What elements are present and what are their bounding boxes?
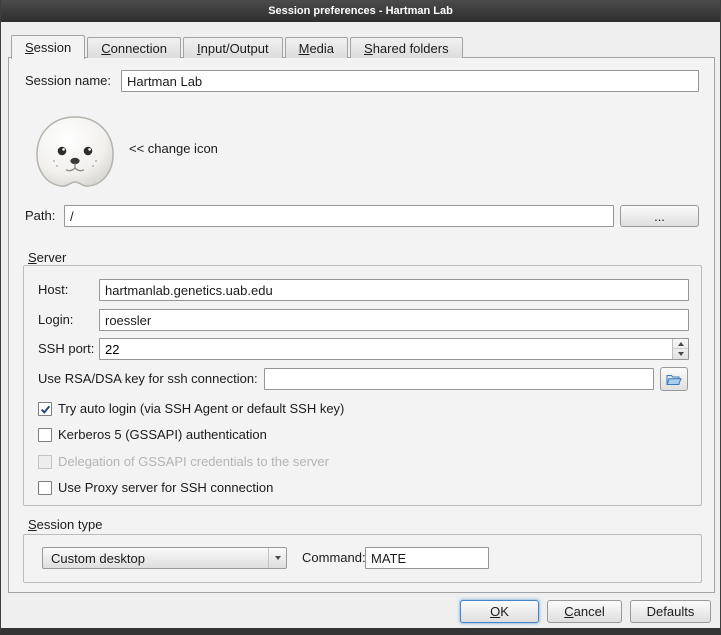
tab-session[interactable]: Session <box>11 35 85 59</box>
session-tab-pane: Session name: <box>8 57 715 593</box>
rsa-key-browse-button[interactable] <box>660 367 688 391</box>
checkbox-gssapi-delegation <box>38 455 52 469</box>
session-name-input[interactable] <box>121 70 699 92</box>
checkbox-row-kerberos[interactable]: Kerberos 5 (GSSAPI) authentication <box>9 426 714 444</box>
session-type-section-title: Session type <box>28 514 102 536</box>
path-label: Path: <box>25 205 55 227</box>
checkbox-auto-login[interactable] <box>38 402 52 416</box>
checkbox-proxy-label[interactable]: Use Proxy server for SSH connection <box>58 479 273 497</box>
tab-bar: Session Connection Input/Output Media Sh… <box>11 35 463 58</box>
spin-down-icon <box>678 352 684 356</box>
path-browse-button[interactable]: ... <box>620 205 699 227</box>
ssh-port-spinbox <box>99 338 689 360</box>
session-type-dropdown-value: Custom desktop <box>43 551 268 566</box>
checkbox-kerberos[interactable] <box>38 428 52 442</box>
tab-media[interactable]: Media <box>285 37 348 58</box>
ssh-port-decrement-button[interactable] <box>673 349 688 359</box>
rsa-key-label: Use RSA/DSA key for ssh connection: <box>38 368 258 390</box>
session-preferences-dialog: Session preferences - Hartman Lab Sessio… <box>0 0 721 635</box>
ssh-port-input[interactable] <box>100 339 671 359</box>
check-icon <box>40 404 51 415</box>
combo-arrow-icon <box>275 556 281 560</box>
login-label: Login: <box>38 309 73 331</box>
cancel-button[interactable]: Cancel <box>547 600 622 623</box>
checkbox-row-gssapi-delegation: Delegation of GSSAPI credentials to the … <box>9 453 714 471</box>
checkbox-kerberos-label[interactable]: Kerberos 5 (GSSAPI) authentication <box>58 426 267 444</box>
defaults-button[interactable]: Defaults <box>630 600 711 623</box>
checkbox-row-proxy[interactable]: Use Proxy server for SSH connection <box>9 479 714 497</box>
tab-input-output[interactable]: Input/Output <box>183 37 283 58</box>
folder-open-icon <box>666 373 682 386</box>
tab-shared-folders[interactable]: Shared folders <box>350 37 463 58</box>
session-icon[interactable] <box>30 112 120 192</box>
ssh-port-increment-button[interactable] <box>673 339 688 349</box>
command-label: Command: <box>302 547 366 569</box>
ssh-port-label: SSH port: <box>38 338 94 360</box>
session-name-label: Session name: <box>25 70 111 92</box>
tab-connection[interactable]: Connection <box>87 37 181 58</box>
login-input[interactable] <box>99 309 689 331</box>
checkbox-row-auto-login[interactable]: Try auto login (via SSH Agent or default… <box>9 400 714 418</box>
tab-connection-label: C <box>101 41 110 56</box>
tab-media-label: M <box>299 41 310 56</box>
checkbox-auto-login-label[interactable]: Try auto login (via SSH Agent or default… <box>58 400 344 418</box>
checkbox-gssapi-delegation-label: Delegation of GSSAPI credentials to the … <box>58 453 329 471</box>
spin-up-icon <box>678 342 684 346</box>
tab-session-label: S <box>25 40 34 55</box>
host-input[interactable] <box>99 279 689 301</box>
host-label: Host: <box>38 279 68 301</box>
window-title: Session preferences - Hartman Lab <box>268 5 453 17</box>
ok-button[interactable]: OK <box>460 600 539 623</box>
session-type-dropdown[interactable]: Custom desktop <box>42 547 287 569</box>
rsa-key-input[interactable] <box>264 368 654 390</box>
titlebar[interactable]: Session preferences - Hartman Lab <box>1 0 720 22</box>
tab-shared-folders-label: S <box>364 41 373 56</box>
path-input[interactable] <box>64 205 614 227</box>
checkbox-proxy[interactable] <box>38 481 52 495</box>
command-input[interactable] <box>365 547 489 569</box>
change-icon-hint: << change icon <box>129 138 218 160</box>
